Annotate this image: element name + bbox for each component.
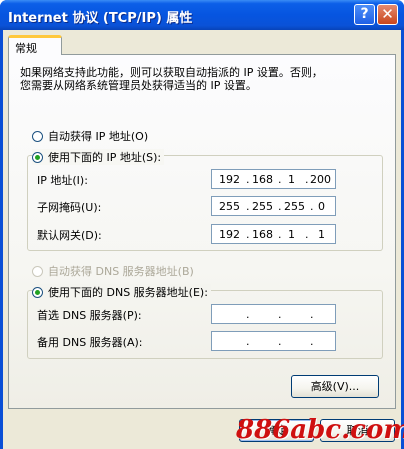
- gw-octet-1: 192: [219, 228, 240, 241]
- tab-general[interactable]: 常规: [8, 35, 62, 55]
- ip-dot-1: .: [246, 173, 250, 186]
- adns-dot-3: .: [310, 335, 314, 348]
- mask-octet-1: 255: [219, 200, 240, 213]
- close-button[interactable]: ✕: [377, 4, 398, 25]
- pdns-dot-1: .: [246, 308, 250, 321]
- alternate-dns-label: 备用 DNS 服务器(A):: [37, 336, 143, 349]
- description-text: 如果网络支持此功能，则可以获取自动指派的 IP 设置。否则， 您需要从网络系统管…: [20, 66, 390, 92]
- pdns-dot-2: .: [278, 308, 282, 321]
- title-bar[interactable]: Internet 协议 (TCP/IP) 属性 ? ✕: [0, 0, 404, 30]
- adns-dot-2: .: [278, 335, 282, 348]
- advanced-button[interactable]: 高级(V)...: [291, 375, 379, 398]
- close-icon: ✕: [381, 5, 394, 23]
- subnet-mask-input[interactable]: 255 . 255 . 255 . 0: [211, 196, 336, 216]
- gw-dot-3: .: [305, 228, 309, 241]
- radio-manual-ip-circle[interactable]: [32, 152, 43, 163]
- pdns-dot-3: .: [310, 308, 314, 321]
- radio-auto-ip-label: 自动获得 IP 地址(O): [48, 130, 149, 143]
- default-gateway-input[interactable]: 192 . 168 . 1 . 1: [211, 224, 336, 244]
- preferred-dns-label: 首选 DNS 服务器(P):: [37, 309, 142, 322]
- mask-dot-3: .: [310, 200, 314, 213]
- ip-octet-1: 192: [219, 173, 240, 186]
- adns-dot-1: .: [246, 335, 250, 348]
- radio-manual-ip[interactable]: 使用下面的 IP 地址(S):: [32, 149, 165, 165]
- ip-octet-3: 1: [288, 173, 295, 186]
- default-gateway-label: 默认网关(D):: [37, 229, 102, 242]
- radio-auto-dns-label: 自动获得 DNS 服务器地址(B): [48, 265, 194, 278]
- description-line-2: 您需要从网络系统管理员处获得适当的 IP 设置。: [20, 79, 257, 92]
- mask-octet-2: 255: [252, 200, 273, 213]
- watermark-text: 886abc.com: [236, 415, 404, 445]
- gw-octet-4: 1: [318, 228, 325, 241]
- ip-dot-3: .: [305, 173, 309, 186]
- mask-dot-1: .: [246, 200, 250, 213]
- help-icon: ?: [360, 6, 369, 22]
- gw-dot-1: .: [246, 228, 250, 241]
- radio-auto-dns-circle: [32, 266, 43, 277]
- ip-octet-2: 168: [252, 173, 273, 186]
- tab-general-label: 常规: [15, 42, 37, 55]
- gw-dot-2: .: [278, 228, 282, 241]
- mask-dot-2: .: [278, 200, 282, 213]
- radio-auto-dns: 自动获得 DNS 服务器地址(B): [32, 263, 194, 279]
- gw-octet-2: 168: [252, 228, 273, 241]
- gw-octet-3: 1: [288, 228, 295, 241]
- radio-manual-dns-circle[interactable]: [32, 287, 43, 298]
- mask-octet-3: 255: [284, 200, 305, 213]
- help-button[interactable]: ?: [354, 4, 375, 25]
- dialog-window: Internet 协议 (TCP/IP) 属性 ? ✕ 常规 如果网络支持此功能…: [0, 0, 404, 449]
- dialog-client-area: 常规 如果网络支持此功能，则可以获取自动指派的 IP 设置。否则， 您需要从网络…: [3, 30, 401, 449]
- ip-dot-2: .: [278, 173, 282, 186]
- ip-octet-4: 200: [310, 173, 331, 186]
- ip-address-label: IP 地址(I):: [37, 174, 88, 187]
- ip-address-input[interactable]: 192 . 168 . 1 . 200: [211, 169, 336, 189]
- radio-manual-ip-label: 使用下面的 IP 地址(S):: [48, 151, 162, 164]
- radio-auto-ip[interactable]: 自动获得 IP 地址(O): [32, 128, 148, 144]
- mask-octet-4: 0: [318, 200, 325, 213]
- radio-manual-dns[interactable]: 使用下面的 DNS 服务器地址(E):: [32, 284, 211, 300]
- radio-auto-ip-circle[interactable]: [32, 131, 43, 142]
- subnet-mask-label: 子网掩码(U):: [37, 201, 102, 214]
- preferred-dns-input[interactable]: . . .: [211, 304, 336, 324]
- alternate-dns-input[interactable]: . . .: [211, 331, 336, 351]
- description-line-1: 如果网络支持此功能，则可以获取自动指派的 IP 设置。否则，: [20, 66, 323, 79]
- window-title: Internet 协议 (TCP/IP) 属性: [8, 11, 193, 26]
- radio-manual-dns-label: 使用下面的 DNS 服务器地址(E):: [48, 286, 208, 299]
